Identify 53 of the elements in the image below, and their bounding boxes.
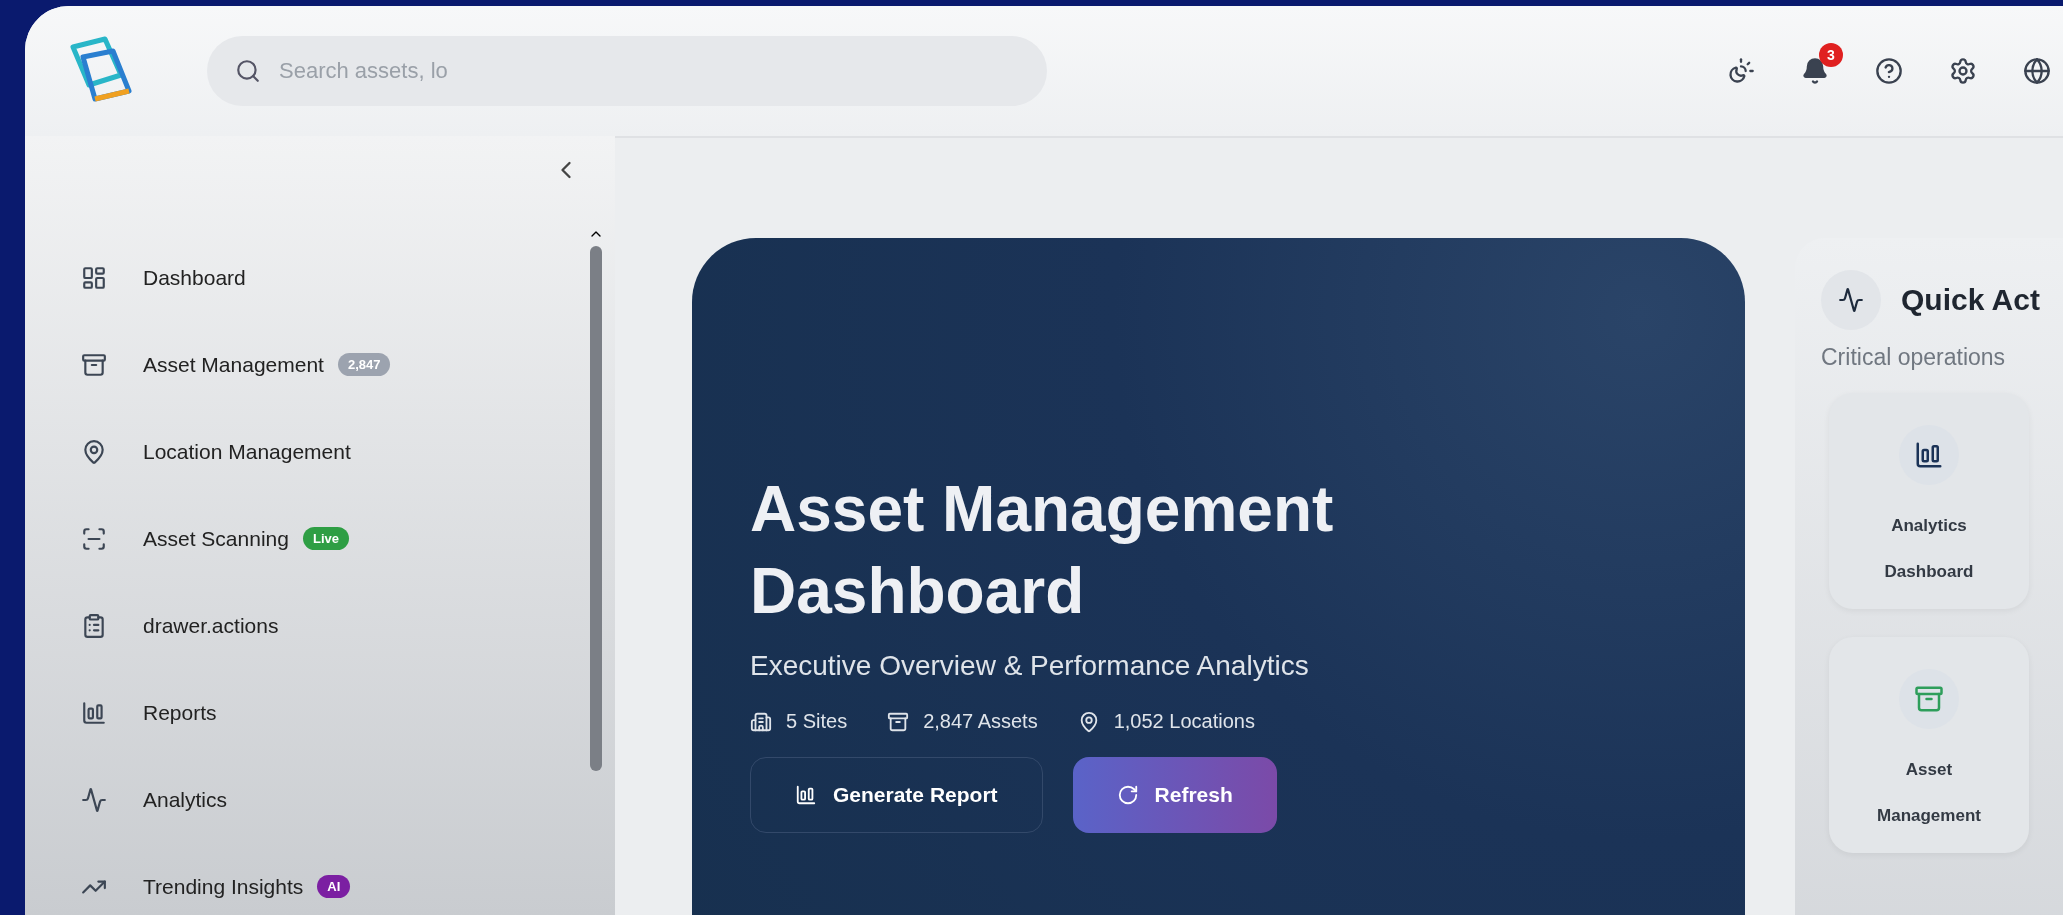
sidebar-item[interactable]: drawer.actions — [65, 582, 545, 669]
sidebar-badge: AI — [317, 875, 351, 898]
scan-icon — [81, 525, 107, 552]
notification-count: 3 — [1819, 43, 1843, 67]
sidebar-label: Asset Management — [143, 352, 324, 377]
sidebar-item[interactable]: Reports — [65, 669, 545, 756]
clipboard-icon — [81, 612, 107, 639]
report-button[interactable]: Generate Report — [750, 757, 1043, 833]
archive-icon — [887, 710, 910, 733]
building-icon — [750, 710, 772, 733]
sidebar-label: Dashboard — [143, 265, 246, 290]
notifications-icon[interactable] — [1801, 57, 1829, 85]
search-field[interactable]: Search assets, lo — [277, 45, 1019, 97]
sidebar-label: drawer.actions — [143, 613, 279, 638]
search-bar[interactable]: Search assets, lo — [207, 36, 1047, 106]
hero-title: Asset Management Dashboard — [750, 472, 1335, 629]
sidebar-item[interactable]: Asset Management 2,847 — [65, 321, 545, 408]
tile-label: Asset Management — [1876, 759, 1982, 827]
sidebar-item[interactable]: Trending Insights AI — [65, 843, 545, 915]
refresh-button[interactable]: Refresh — [1072, 757, 1277, 833]
panel-subtitle: Critical operations — [1821, 344, 2007, 371]
sidebar-label: Location Management — [143, 439, 351, 464]
panel-title: Quick Act — [1901, 283, 2040, 317]
sidebar-item[interactable]: Analytics — [65, 756, 545, 843]
sidebar-item[interactable]: Location Management — [65, 408, 545, 495]
settings-icon[interactable] — [1949, 57, 1977, 85]
hero-subtitle: Executive Overview & Performance Analytics — [750, 650, 1310, 682]
activity-icon — [81, 786, 107, 813]
bar-chart-icon — [81, 699, 107, 726]
sidebar-badge: 2,847 — [337, 353, 391, 376]
sidebar-label: Analytics — [143, 787, 228, 812]
stat-text: 2,847 Assets — [923, 710, 1038, 733]
archive-icon — [81, 351, 107, 378]
sidebar-item[interactable]: Dashboard — [65, 234, 545, 321]
sidebar-label: Trending Insights — [143, 874, 304, 899]
bar-chart-icon — [795, 784, 817, 806]
globe-icon[interactable] — [2023, 57, 2051, 85]
sidebar-badge: Live — [302, 527, 349, 550]
sidebar-item[interactable]: Asset Scanning Live — [65, 495, 545, 582]
search-icon — [235, 58, 261, 84]
stat-text: 1,052 Locations — [1113, 710, 1255, 733]
scrollbar-thumb[interactable] — [590, 246, 602, 771]
quick-action-tile[interactable]: Analytics Dashboard — [1829, 393, 2029, 609]
help-icon[interactable] — [1875, 57, 1903, 85]
tile-label: Analytics Dashboard — [1883, 515, 1975, 583]
quick-action-tile[interactable]: Asset Management — [1829, 637, 2029, 853]
theme-toggle-icon[interactable] — [1727, 57, 1755, 85]
refresh-icon — [1116, 784, 1139, 806]
grid-icon — [81, 264, 107, 291]
sidebar-label: Asset Scanning — [143, 526, 289, 551]
stat-text: 5 Sites — [786, 710, 848, 733]
map-pin-icon — [81, 438, 107, 465]
sidebar-label: Reports — [143, 700, 217, 725]
